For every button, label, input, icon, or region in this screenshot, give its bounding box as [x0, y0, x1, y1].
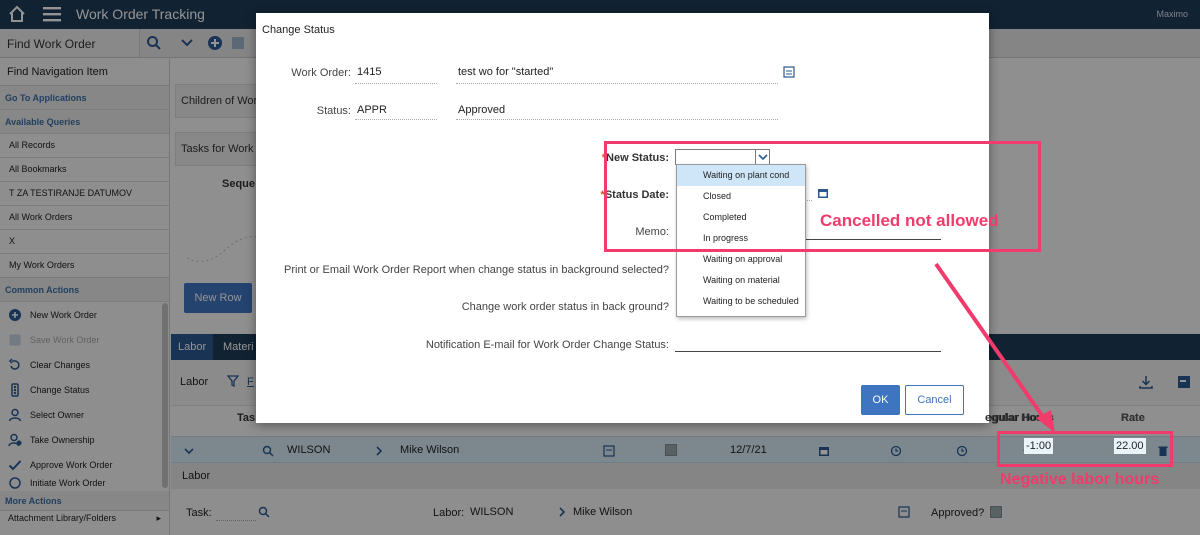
- annotation-cancelled-not-allowed: Cancelled not allowed: [820, 211, 999, 230]
- status-label: Status:: [316, 105, 351, 117]
- work-order-label: Work Order:: [291, 67, 351, 79]
- annotation-box-hours: [997, 431, 1173, 467]
- annotation-box-status: [604, 141, 1041, 252]
- annotation-negative-labor-hours: Negative labor hours: [1000, 471, 1160, 488]
- status-option[interactable]: Waiting to be scheduled: [677, 291, 805, 312]
- work-order-field: 1415: [357, 66, 382, 78]
- rate-header-highlight: Rate: [1121, 412, 1145, 424]
- regular-hours-header-highlight: egular Hours: [985, 412, 1053, 424]
- notification-email-field[interactable]: [675, 351, 941, 352]
- cancel-button[interactable]: Cancel: [905, 385, 964, 415]
- work-order-description: test wo for "started": [458, 66, 554, 78]
- background-status-label: Change work order status in back ground?: [461, 301, 669, 313]
- status-field: APPR: [357, 104, 387, 116]
- work-order-underline: [355, 83, 437, 84]
- notification-email-label: Notification E-mail for Work Order Chang…: [425, 339, 669, 351]
- long-description-icon[interactable]: [783, 66, 795, 78]
- status-desc-underline: [456, 119, 778, 120]
- status-description: Approved: [458, 104, 506, 116]
- status-underline: [355, 119, 437, 120]
- description-underline: [456, 83, 778, 84]
- print-email-label: Print or Email Work Order Report when ch…: [284, 264, 669, 276]
- dialog-title: Change Status: [262, 24, 335, 36]
- status-option[interactable]: Waiting on approval: [677, 249, 805, 270]
- status-option[interactable]: Waiting on material: [677, 270, 805, 291]
- ok-button[interactable]: OK: [861, 385, 900, 415]
